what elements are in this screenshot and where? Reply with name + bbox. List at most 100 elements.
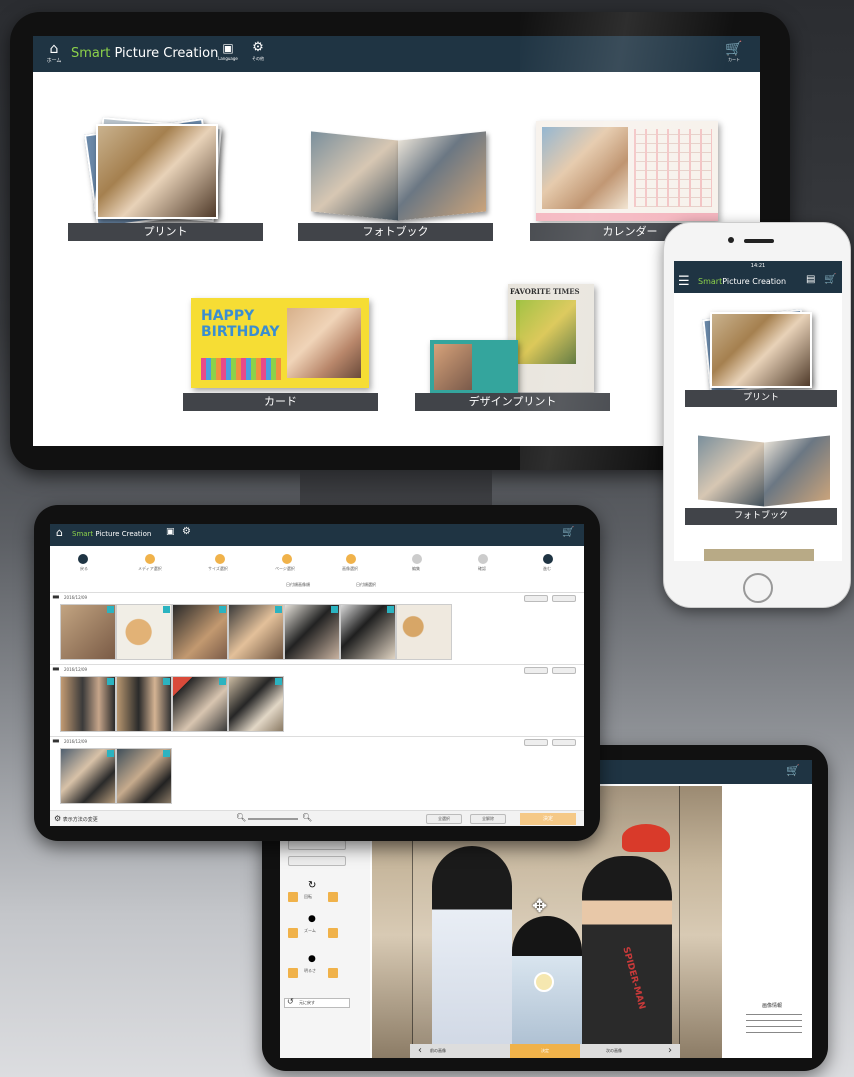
newspaper-title: FAVORITE TIMES — [510, 287, 580, 296]
phone-camera — [728, 237, 734, 243]
zoom-out-button[interactable] — [288, 928, 298, 938]
tablet1-home-icon[interactable]: ⌂ — [56, 526, 63, 539]
monitor-screen: ⌂ ホーム Smart Picture Creation ▣ Language … — [33, 36, 760, 446]
check-icon — [275, 678, 282, 685]
other-button[interactable]: ⚙ その他 — [247, 40, 269, 68]
product-card[interactable]: HAPPY BIRTHDAY — [191, 298, 369, 388]
zoom-out-icon[interactable]: 🔍︎ — [236, 813, 246, 822]
phone-account-icon[interactable]: ▤ — [806, 274, 815, 285]
product-calendar[interactable] — [536, 121, 718, 221]
product-label-print[interactable]: プリント — [68, 223, 263, 241]
thumbnail[interactable] — [228, 604, 284, 660]
product-design-print[interactable]: FAVORITE TIMES — [428, 284, 608, 394]
tool-button-a[interactable] — [288, 840, 346, 850]
thumbnail[interactable] — [60, 604, 116, 660]
crown-sticker[interactable] — [622, 824, 670, 852]
check-icon — [331, 606, 338, 613]
tablet2-cart-icon[interactable]: 🛒 — [786, 764, 800, 777]
product-label-design-print[interactable]: デザインプリント — [415, 393, 610, 411]
move-handle-icon[interactable]: ✥ — [532, 896, 547, 917]
thumbnail-size-slider[interactable] — [248, 818, 298, 820]
folder-3-clear[interactable] — [552, 739, 576, 746]
product-label-photobook[interactable]: フォトブック — [298, 223, 493, 241]
zoom-in-icon[interactable]: 🔍︎ — [302, 813, 312, 822]
card-candles — [201, 358, 281, 380]
other-label: その他 — [252, 56, 264, 61]
step-back-button[interactable] — [78, 554, 88, 564]
clear-all-button[interactable]: 全解除 — [470, 814, 506, 824]
display-settings-button[interactable]: ⚙ 表示方法の変更 — [54, 814, 98, 823]
folder-2-clear[interactable] — [552, 667, 576, 674]
phone-product-print[interactable] — [696, 306, 826, 396]
brightness-up-button[interactable] — [328, 968, 338, 978]
language-label: Language — [218, 56, 238, 61]
thumbnail[interactable] — [284, 604, 340, 660]
phone-product-photobook[interactable] — [694, 433, 834, 513]
filter-b[interactable]: 日付順選択 — [356, 582, 376, 588]
zoom-in-button[interactable] — [328, 928, 338, 938]
product-photobook[interactable] — [303, 128, 493, 228]
product-label-card[interactable]: カード — [183, 393, 378, 411]
check-icon — [107, 606, 114, 613]
folder-icon: ▬ — [52, 736, 60, 745]
check-icon — [163, 606, 170, 613]
rotate-right-button[interactable] — [328, 892, 338, 902]
home-icon: ⌂ — [49, 41, 59, 57]
check-icon — [107, 678, 114, 685]
prev-image-button[interactable]: ‹ 前の画像 — [416, 1044, 506, 1058]
select-all-button[interactable]: 全選択 — [426, 814, 462, 824]
menu-icon[interactable]: ☰ — [678, 275, 690, 289]
tool-button-b[interactable] — [288, 856, 346, 866]
reset-button[interactable]: ↺ 元に戻す — [284, 998, 350, 1008]
phone-photobook-right — [764, 435, 830, 507]
thumbnail[interactable] — [396, 604, 452, 660]
settings-gear-icon: ⚙ — [54, 814, 62, 823]
thumbnail[interactable] — [116, 748, 172, 804]
food-sticker[interactable] — [534, 972, 554, 992]
calendar-stripe — [536, 213, 718, 221]
filter-a[interactable]: 日付順画像順 — [286, 582, 310, 588]
check-icon — [163, 678, 170, 685]
brightness-down-button[interactable] — [288, 968, 298, 978]
app-title: Smart Picture Creation — [71, 46, 218, 61]
step-next-label: 進む — [543, 566, 551, 571]
confirm-label: 決定 — [541, 1048, 549, 1053]
thumbnail[interactable] — [60, 676, 116, 732]
language-icon: ▣ — [222, 41, 234, 55]
thumbnail[interactable] — [172, 604, 228, 660]
image-info-title: 画像情報 — [762, 1003, 783, 1009]
home-button[interactable]: ⌂ ホーム — [43, 41, 65, 67]
step-next-button[interactable] — [543, 554, 553, 564]
thumbnail[interactable] — [116, 676, 172, 732]
rotate-left-button[interactable] — [288, 892, 298, 902]
thumbnail[interactable] — [340, 604, 396, 660]
tablet1-language-icon[interactable]: ▣ — [166, 527, 175, 537]
cart-button[interactable]: 🛒 カート — [723, 41, 745, 67]
thumbnail[interactable] — [60, 748, 116, 804]
folder-3-select-all[interactable] — [524, 739, 548, 746]
language-button[interactable]: ▣ Language — [217, 40, 239, 68]
step-6-label: 確認 — [478, 566, 486, 571]
reset-label: 元に戻す — [299, 1000, 315, 1005]
clear-all-label: 全解除 — [482, 816, 494, 821]
prev-image-label: 前の画像 — [430, 1048, 446, 1053]
thumbnail[interactable] — [172, 676, 228, 732]
monitor-header: ⌂ ホーム Smart Picture Creation ▣ Language … — [33, 36, 760, 72]
select-all-label: 全選択 — [438, 816, 450, 821]
phone-cart-icon[interactable]: 🛒 — [824, 274, 836, 285]
phone-home-button[interactable] — [743, 573, 773, 603]
tablet1-cart-icon[interactable]: 🛒 — [562, 527, 574, 538]
confirm-button[interactable]: 決定 — [510, 1044, 580, 1058]
phone-product-label-photobook[interactable]: フォトブック — [685, 508, 837, 525]
phone-time: 14:21 — [750, 263, 766, 269]
folder-1-select-all[interactable] — [524, 595, 548, 602]
next-image-button[interactable]: 次の画像 › — [586, 1044, 676, 1058]
thumbnail[interactable] — [116, 604, 172, 660]
folder-1-clear[interactable] — [552, 595, 576, 602]
folder-2-select-all[interactable] — [524, 667, 548, 674]
tablet1-gear-icon[interactable]: ⚙ — [182, 526, 191, 537]
ok-button[interactable]: 決定 — [520, 813, 576, 825]
phone-product-label-print[interactable]: プリント — [685, 390, 837, 407]
step-2-label: サイズ選択 — [208, 566, 228, 571]
thumbnail[interactable] — [228, 676, 284, 732]
